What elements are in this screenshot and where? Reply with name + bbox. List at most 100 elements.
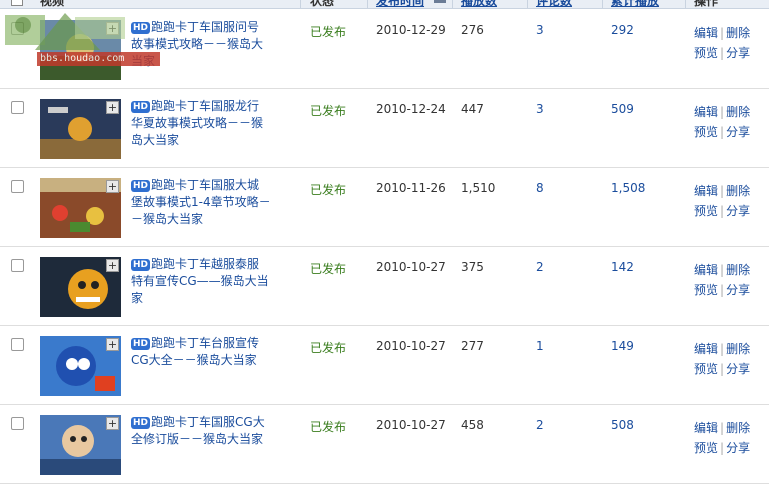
play-count: 277 — [461, 339, 484, 353]
edit-link[interactable]: 编辑 — [694, 184, 718, 198]
preview-link[interactable]: 预览 — [694, 125, 718, 139]
column-total-plays[interactable]: 累计播放 — [611, 0, 659, 8]
edit-link[interactable]: 编辑 — [694, 26, 718, 40]
total-plays-link[interactable]: 292 — [611, 23, 634, 37]
preview-link[interactable]: 预览 — [694, 283, 718, 297]
preview-link[interactable]: 预览 — [694, 362, 718, 376]
video-thumbnail[interactable]: + — [40, 99, 121, 159]
video-title-link[interactable]: HD 跑跑卡丁车国服大城堡故事模式1-4章节攻略－－猴岛大当家 — [131, 177, 271, 228]
header-divider — [300, 0, 301, 8]
add-icon[interactable]: + — [106, 417, 119, 430]
share-link[interactable]: 分享 — [726, 441, 750, 455]
action-divider: | — [720, 204, 725, 218]
watermark-logo: bbs.houdao.com — [5, 5, 160, 75]
share-link[interactable]: 分享 — [726, 125, 750, 139]
video-title[interactable]: 跑跑卡丁车台服宣传CG大全－－猴岛大当家 — [131, 336, 259, 367]
hd-badge-icon: HD — [131, 180, 151, 192]
edit-link[interactable]: 编辑 — [694, 342, 718, 356]
hd-badge-icon: HD — [131, 338, 151, 350]
status-text: 已发布 — [310, 341, 347, 355]
row-actions: 编辑 | 删除 预览 | 分享 — [694, 23, 764, 63]
add-icon[interactable]: + — [106, 338, 119, 351]
delete-link[interactable]: 删除 — [726, 105, 750, 119]
status-text: 已发布 — [310, 104, 347, 118]
total-plays-link[interactable]: 142 — [611, 260, 634, 274]
action-divider: | — [720, 125, 725, 139]
delete-link[interactable]: 删除 — [726, 263, 750, 277]
column-plays[interactable]: 播放数 — [461, 0, 497, 8]
video-title-link[interactable]: HD 跑跑卡丁车越服泰服特有宣传CG——猴岛大当家 — [131, 256, 271, 307]
action-divider: | — [720, 441, 725, 455]
video-thumbnail[interactable]: + — [40, 415, 121, 475]
hd-badge-icon: HD — [131, 417, 151, 429]
column-comments[interactable]: 评论数 — [536, 0, 572, 8]
video-title[interactable]: 跑跑卡丁车越服泰服特有宣传CG——猴岛大当家 — [131, 257, 269, 305]
table-row: + HD 跑跑卡丁车台服宣传CG大全－－猴岛大当家 已发布 2010-10-27 … — [0, 325, 769, 405]
comment-count-link[interactable]: 1 — [536, 339, 544, 353]
play-count: 447 — [461, 102, 484, 116]
video-thumbnail[interactable]: + — [40, 257, 121, 317]
action-divider: | — [720, 46, 725, 60]
hd-badge-icon: HD — [131, 101, 151, 113]
video-thumbnail[interactable]: + — [40, 178, 121, 238]
add-icon[interactable]: + — [106, 259, 119, 272]
video-title-link[interactable]: HD 跑跑卡丁车台服宣传CG大全－－猴岛大当家 — [131, 335, 271, 369]
video-title[interactable]: 跑跑卡丁车国服龙行华夏故事模式攻略－－猴岛大当家 — [131, 99, 263, 147]
row-checkbox[interactable] — [11, 417, 24, 430]
total-plays-link[interactable]: 149 — [611, 339, 634, 353]
row-actions: 编辑 | 删除 预览 | 分享 — [694, 181, 764, 221]
action-divider: | — [720, 342, 725, 356]
row-checkbox[interactable] — [11, 259, 24, 272]
comment-count-link[interactable]: 3 — [536, 102, 544, 116]
video-thumbnail[interactable]: + — [40, 336, 121, 396]
header-divider — [685, 0, 686, 8]
table-row: + HD 跑跑卡丁车国服龙行华夏故事模式攻略－－猴岛大当家 已发布 2010-12… — [0, 88, 769, 168]
comment-count-link[interactable]: 8 — [536, 181, 544, 195]
total-plays-link[interactable]: 509 — [611, 102, 634, 116]
action-divider: | — [720, 283, 725, 297]
row-checkbox[interactable] — [11, 338, 24, 351]
edit-link[interactable]: 编辑 — [694, 263, 718, 277]
status-text: 已发布 — [310, 25, 347, 39]
row-checkbox[interactable] — [11, 180, 24, 193]
delete-link[interactable]: 删除 — [726, 342, 750, 356]
video-title[interactable]: 跑跑卡丁车国服大城堡故事模式1-4章节攻略－－猴岛大当家 — [131, 178, 271, 226]
play-count: 375 — [461, 260, 484, 274]
total-plays-link[interactable]: 1,508 — [611, 181, 645, 195]
preview-link[interactable]: 预览 — [694, 46, 718, 60]
row-actions: 编辑 | 删除 预览 | 分享 — [694, 260, 764, 300]
sort-desc-icon[interactable] — [434, 0, 446, 3]
share-link[interactable]: 分享 — [726, 362, 750, 376]
play-count: 276 — [461, 23, 484, 37]
delete-link[interactable]: 删除 — [726, 184, 750, 198]
column-publish-time[interactable]: 发布时间 — [376, 0, 424, 8]
delete-link[interactable]: 删除 — [726, 421, 750, 435]
preview-link[interactable]: 预览 — [694, 204, 718, 218]
comment-count-link[interactable]: 2 — [536, 260, 544, 274]
preview-link[interactable]: 预览 — [694, 441, 718, 455]
video-title[interactable]: 跑跑卡丁车国服CG大全修订版－－猴岛大当家 — [131, 415, 265, 446]
comment-count-link[interactable]: 3 — [536, 23, 544, 37]
row-actions: 编辑 | 删除 预览 | 分享 — [694, 102, 764, 142]
video-title-link[interactable]: HD 跑跑卡丁车国服龙行华夏故事模式攻略－－猴岛大当家 — [131, 98, 271, 149]
play-count: 1,510 — [461, 181, 496, 195]
publish-date: 2010-11-26 — [376, 181, 446, 195]
publish-date: 2010-12-24 — [376, 102, 446, 116]
edit-link[interactable]: 编辑 — [694, 421, 718, 435]
share-link[interactable]: 分享 — [726, 204, 750, 218]
column-actions: 操作 — [694, 0, 719, 8]
edit-link[interactable]: 编辑 — [694, 105, 718, 119]
comment-count-link[interactable]: 2 — [536, 418, 544, 432]
share-link[interactable]: 分享 — [726, 46, 750, 60]
status-text: 已发布 — [310, 420, 347, 434]
add-icon[interactable]: + — [106, 180, 119, 193]
row-checkbox[interactable] — [11, 101, 24, 114]
table-row: + HD 跑跑卡丁车国服大城堡故事模式1-4章节攻略－－猴岛大当家 已发布 201… — [0, 167, 769, 247]
add-icon[interactable]: + — [106, 101, 119, 114]
share-link[interactable]: 分享 — [726, 283, 750, 297]
action-divider: | — [720, 105, 725, 119]
total-plays-link[interactable]: 508 — [611, 418, 634, 432]
video-title-link[interactable]: HD 跑跑卡丁车国服CG大全修订版－－猴岛大当家 — [131, 414, 271, 448]
delete-link[interactable]: 删除 — [726, 26, 750, 40]
action-divider: | — [720, 421, 725, 435]
